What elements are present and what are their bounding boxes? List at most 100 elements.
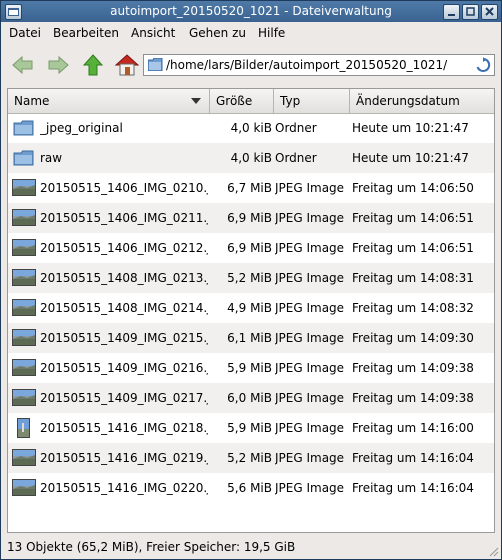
file-row[interactable]: 20150515_1406_IMG_0212.JPG 6,9 MiBJPEG Im… [8,233,494,263]
file-size: 6,1 MiB [227,331,272,345]
forward-button[interactable] [45,53,71,77]
file-row[interactable]: 20150515_1409_IMG_0217.JPG 6,0 MiBJPEG Im… [8,383,494,413]
file-size: 5,9 MiB [227,361,272,375]
reload-icon[interactable] [475,57,491,73]
file-name: 20150515_1409_IMG_0215.JPG [40,331,208,345]
image-thumbnail-icon [12,209,36,226]
file-row[interactable]: 20150515_1408_IMG_0214.JPG 4,9 MiBJPEG Im… [8,293,494,323]
file-size: 5,2 MiB [227,271,272,285]
file-type: JPEG Image [275,301,345,315]
file-type: JPEG Image [275,211,345,225]
image-thumbnail-icon [12,329,36,346]
file-name: 20150515_1409_IMG_0216.JPG [40,361,208,375]
title-bar[interactable]: autoimport_20150520_1021 - Dateiverwaltu… [1,1,501,22]
file-date: Freitag um 14:06:51 [352,241,474,255]
file-size: 6,0 MiB [227,391,272,405]
file-row[interactable]: 20150515_1406_IMG_0211.JPG 6,9 MiBJPEG Im… [8,203,494,233]
file-list: Name Größe Typ Änderungsdatum _jpeg_orig… [7,88,495,533]
file-size: 6,9 MiB [227,211,272,225]
maximize-button[interactable] [462,4,479,20]
path-input[interactable] [166,56,466,74]
file-date: Freitag um 14:16:04 [352,481,474,495]
folder-icon [13,150,34,166]
menu-bearbeiten[interactable]: Bearbeiten [53,26,119,40]
folder-icon [13,120,34,136]
file-type: JPEG Image [275,361,345,375]
file-row[interactable]: 20150515_1416_IMG_0218.JPG 5,9 MiBJPEG Im… [8,413,494,443]
column-type[interactable]: Typ [274,89,350,113]
file-row[interactable]: 20150515_1416_IMG_0219.JPG 5,2 MiBJPEG Im… [8,443,494,473]
forward-arrow-icon [48,55,69,75]
back-button[interactable] [10,53,36,77]
file-date: Freitag um 14:08:32 [352,301,474,315]
file-date: Freitag um 14:08:31 [352,271,474,285]
file-name: 20150515_1416_IMG_0219.JPG [40,451,208,465]
file-date: Freitag um 14:09:38 [352,391,474,405]
image-thumbnail-icon [12,299,36,316]
file-row[interactable]: _jpeg_original 4,0 kiB Ordner Heute um 10:2… [8,113,494,143]
file-row[interactable]: 20150515_1406_IMG_0210.JPG 6,7 MiBJPEG Im… [8,173,494,203]
menu-ansicht[interactable]: Ansicht [131,26,175,40]
file-name: _jpeg_original [40,121,123,135]
file-size: 5,2 MiB [227,451,272,465]
file-size: 5,6 MiB [227,481,272,495]
file-date: Heute um 10:21:47 [352,121,469,135]
file-row[interactable]: raw 4,0 kiB Ordner Heute um 10:21:47 [8,143,494,173]
maximize-icon [466,7,475,16]
file-type: JPEG Image [275,331,345,345]
image-thumbnail-icon [12,239,36,256]
file-row[interactable]: 20150515_1409_IMG_0215.JPG 6,1 MiBJPEG Im… [8,323,494,353]
file-type: JPEG Image [275,241,345,255]
back-arrow-icon [12,55,33,75]
column-name[interactable]: Name [8,89,210,113]
menu-hilfe[interactable]: Hilfe [258,26,285,40]
image-thumbnail-icon [12,359,36,376]
file-type: Ordner [275,121,317,135]
status-text: 13 Objekte (65,2 MiB), Freier Speicher: … [7,540,296,554]
menu-gehen-zu[interactable]: Gehen zu [189,26,246,40]
column-date-label: Änderungsdatum [356,94,460,108]
column-size-label: Größe [216,94,253,108]
up-arrow-icon [82,54,104,76]
close-button[interactable] [481,4,498,20]
sort-down-icon [191,98,201,104]
file-type: JPEG Image [275,271,345,285]
column-date[interactable]: Änderungsdatum [350,89,494,113]
file-date: Freitag um 14:06:51 [352,211,474,225]
window-title: autoimport_20150520_1021 - Dateiverwaltu… [110,4,392,18]
column-type-label: Typ [280,94,301,108]
file-type: JPEG Image [275,181,345,195]
up-button[interactable] [80,53,106,77]
file-date: Heute um 10:21:47 [352,151,469,165]
location-bar[interactable] [143,54,495,76]
file-type: JPEG Image [275,421,345,435]
home-button[interactable] [114,53,140,77]
home-icon [114,54,140,76]
resize-grip-icon[interactable] [487,545,499,557]
column-size[interactable]: Größe [210,89,274,113]
file-row[interactable]: 20150515_1408_IMG_0213.JPG 5,2 MiBJPEG Im… [8,263,494,293]
column-header: Name Größe Typ Änderungsdatum [8,89,494,114]
file-type: JPEG Image [275,451,345,465]
close-icon [485,7,494,16]
file-size: 4,0 kiB [230,151,272,165]
file-type: JPEG Image [275,481,345,495]
file-date: Freitag um 14:16:04 [352,451,474,465]
file-size: 4,0 kiB [230,121,272,135]
file-type: JPEG Image [275,391,345,405]
file-name: 20150515_1409_IMG_0217.JPG [40,391,208,405]
image-thumbnail-icon [12,449,36,466]
column-name-label: Name [14,94,50,108]
file-name: raw [40,151,63,165]
menu-datei[interactable]: Datei [9,26,41,40]
file-name: 20150515_1416_IMG_0220.JPG [40,481,208,495]
file-size: 4,9 MiB [227,301,272,315]
file-size: 5,9 MiB [227,421,272,435]
file-row[interactable]: 20150515_1409_IMG_0216.JPG 5,9 MiBJPEG Im… [8,353,494,383]
file-name: 20150515_1406_IMG_0211.JPG [40,211,208,225]
image-thumbnail-icon [12,479,36,496]
file-row[interactable]: 20150515_1416_IMG_0220.JPG 5,6 MiBJPEG Im… [8,473,494,503]
minimize-button[interactable] [443,4,460,20]
file-date: Freitag um 14:09:38 [352,361,474,375]
file-name: 20150515_1406_IMG_0210.JPG [40,181,208,195]
